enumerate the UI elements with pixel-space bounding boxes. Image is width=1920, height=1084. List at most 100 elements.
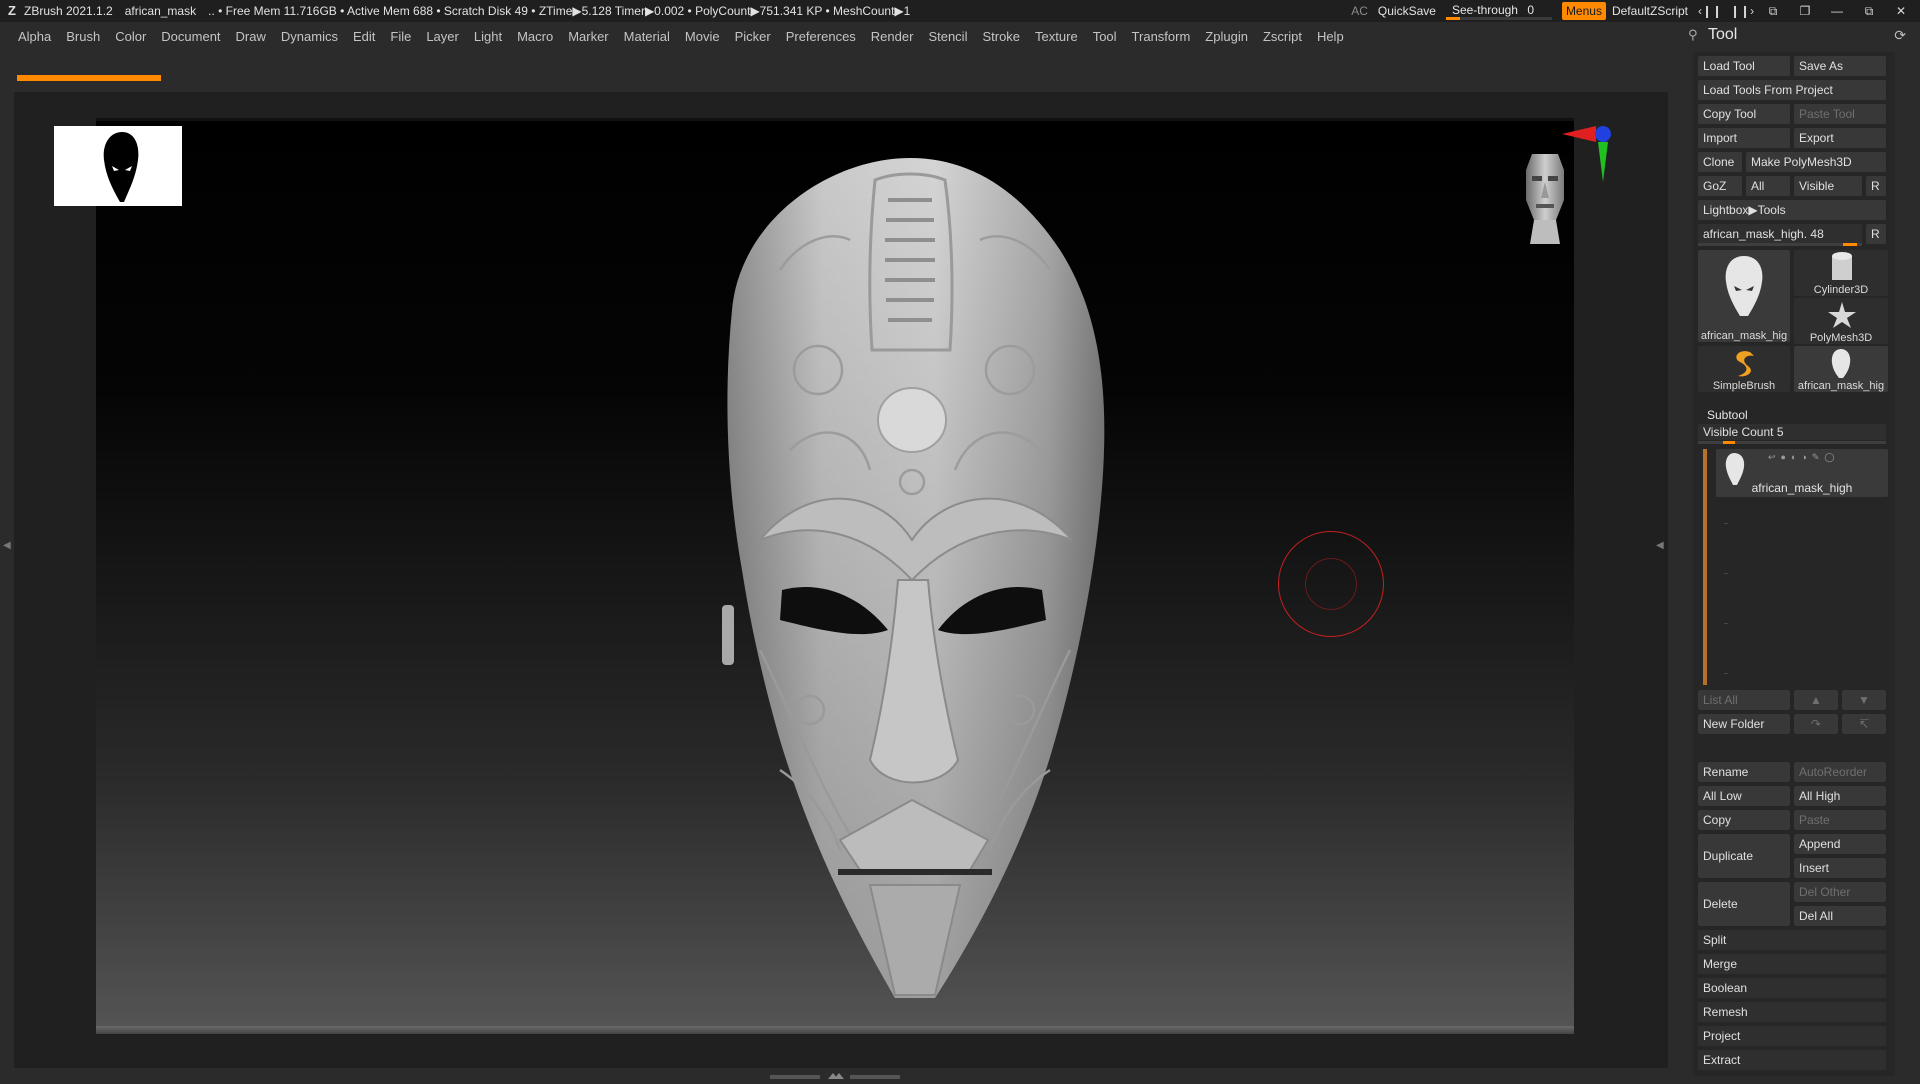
empty-slot <box>1724 523 1728 524</box>
menu-transform[interactable]: Transform <box>1132 29 1191 44</box>
bottom-tray-handle[interactable] <box>770 1070 900 1080</box>
thumbnail-preview[interactable] <box>54 126 182 206</box>
windows-icon[interactable]: ⧉ <box>1762 4 1784 19</box>
menu-alpha[interactable]: Alpha <box>18 29 51 44</box>
goz-all-button[interactable]: All <box>1746 176 1790 196</box>
subtool-item-african-mask[interactable]: ↩●◐◑✎◯ african_mask_high <box>1716 449 1888 497</box>
close-icon[interactable]: ✕ <box>1890 4 1912 18</box>
menu-light[interactable]: Light <box>474 29 502 44</box>
menu-layer[interactable]: Layer <box>426 29 459 44</box>
copy-button[interactable]: Copy <box>1698 810 1790 830</box>
visible-count-label: Visible Count 5 <box>1703 425 1784 439</box>
maximize-icon[interactable]: ⧉ <box>1858 4 1880 19</box>
remesh-section[interactable]: Remesh <box>1698 1002 1886 1022</box>
menu-picker[interactable]: Picker <box>735 29 771 44</box>
tool-tile-simplebrush[interactable]: SimpleBrush <box>1698 346 1790 392</box>
export-button[interactable]: Export <box>1794 128 1886 148</box>
menu-brush[interactable]: Brush <box>66 29 100 44</box>
delete-button[interactable]: Delete <box>1698 882 1790 926</box>
make-polymesh3d-button[interactable]: Make PolyMesh3D <box>1746 152 1886 172</box>
visible-count-slider[interactable]: Visible Count 5 <box>1698 424 1886 440</box>
axis-gizmo[interactable] <box>1560 120 1620 190</box>
current-tool-r-button[interactable]: R <box>1866 224 1886 244</box>
minimize-icon[interactable]: ― <box>1826 4 1848 18</box>
menu-file[interactable]: File <box>390 29 411 44</box>
load-tool-button[interactable]: Load Tool <box>1698 56 1790 76</box>
split-section[interactable]: Split <box>1698 930 1886 950</box>
empty-slot <box>1724 673 1728 674</box>
lightbox-tools-button[interactable]: Lightbox▶Tools <box>1698 200 1886 220</box>
load-tools-from-project-button[interactable]: Load Tools From Project <box>1698 80 1886 100</box>
all-high-button[interactable]: All High <box>1794 786 1886 806</box>
subtool-title[interactable]: Subtool <box>1707 408 1748 422</box>
all-low-button[interactable]: All Low <box>1698 786 1790 806</box>
pin-icon[interactable]: ⚲ <box>1688 27 1698 43</box>
menu-render[interactable]: Render <box>871 29 914 44</box>
import-button[interactable]: Import <box>1698 128 1790 148</box>
menu-macro[interactable]: Macro <box>517 29 553 44</box>
move-up-icon[interactable]: ▲ <box>1794 690 1838 710</box>
zscript-name[interactable]: DefaultZScript <box>1612 4 1688 18</box>
palette-icon[interactable]: ❐ <box>1794 4 1816 18</box>
folder-action-icon[interactable]: ↷ <box>1794 714 1838 734</box>
menu-marker[interactable]: Marker <box>568 29 608 44</box>
autoreorder-button[interactable]: AutoReorder <box>1794 762 1886 782</box>
tool-tile-polymesh3d[interactable]: PolyMesh3D <box>1794 298 1888 344</box>
seethrough-slider[interactable]: See-through 0 <box>1445 2 1552 20</box>
subtool-list[interactable]: ↩●◐◑✎◯ african_mask_high <box>1700 449 1889 687</box>
menu-stroke[interactable]: Stroke <box>982 29 1020 44</box>
ac-toggle[interactable]: AC <box>1351 4 1368 18</box>
menu-tool[interactable]: Tool <box>1093 29 1117 44</box>
reset-icon[interactable]: ⟳ <box>1894 27 1906 44</box>
tool-tile-african-mask[interactable]: african_mask_hig <box>1698 250 1790 342</box>
paste-tool-button[interactable]: Paste Tool <box>1794 104 1886 124</box>
merge-section[interactable]: Merge <box>1698 954 1886 974</box>
menu-preferences[interactable]: Preferences <box>786 29 856 44</box>
menu-help[interactable]: Help <box>1317 29 1344 44</box>
list-all-button[interactable]: List All <box>1698 690 1790 710</box>
menu-draw[interactable]: Draw <box>236 29 266 44</box>
goz-visible-button[interactable]: Visible <box>1794 176 1862 196</box>
menu-stencil[interactable]: Stencil <box>928 29 967 44</box>
layout-right-icon[interactable]: ❙❙› <box>1730 4 1754 18</box>
quicksave-button[interactable]: QuickSave <box>1378 4 1436 18</box>
folder-action-2-icon[interactable]: ↸ <box>1842 714 1886 734</box>
menu-movie[interactable]: Movie <box>685 29 720 44</box>
right-tray-handle[interactable]: ◀ <box>1652 480 1666 620</box>
current-tool-label: african_mask_high. 48 <box>1703 227 1824 241</box>
menus-toggle[interactable]: Menus <box>1561 2 1606 20</box>
current-tool-slider[interactable]: african_mask_high. 48 <box>1698 224 1862 244</box>
rename-button[interactable]: Rename <box>1698 762 1790 782</box>
duplicate-button[interactable]: Duplicate <box>1698 834 1790 878</box>
del-all-button[interactable]: Del All <box>1794 906 1886 926</box>
save-as-button[interactable]: Save As <box>1794 56 1886 76</box>
goz-button[interactable]: GoZ <box>1698 176 1742 196</box>
menu-document[interactable]: Document <box>161 29 220 44</box>
move-down-icon[interactable]: ▼ <box>1842 690 1886 710</box>
tool-tile-african-mask-2[interactable]: african_mask_hig <box>1794 346 1888 392</box>
insert-button[interactable]: Insert <box>1794 858 1886 878</box>
del-other-button[interactable]: Del Other <box>1794 882 1886 902</box>
left-tray-handle[interactable]: ◀ <box>0 480 14 620</box>
menu-texture[interactable]: Texture <box>1035 29 1078 44</box>
menu-material[interactable]: Material <box>624 29 670 44</box>
african-mask-mesh[interactable] <box>720 150 1130 1010</box>
layout-left-icon[interactable]: ‹❙❙ <box>1698 4 1722 18</box>
menu-zscript[interactable]: Zscript <box>1263 29 1302 44</box>
goz-r-button[interactable]: R <box>1866 176 1886 196</box>
menu-dynamics[interactable]: Dynamics <box>281 29 338 44</box>
new-folder-button[interactable]: New Folder <box>1698 714 1790 734</box>
project-section[interactable]: Project <box>1698 1026 1886 1046</box>
subtool-scrollbar[interactable] <box>1703 449 1707 685</box>
tool-tile-cylinder3d[interactable]: Cylinder3D <box>1794 250 1888 296</box>
boolean-section[interactable]: Boolean <box>1698 978 1886 998</box>
extract-section[interactable]: Extract <box>1698 1050 1886 1070</box>
menu-color[interactable]: Color <box>115 29 146 44</box>
paste-button[interactable]: Paste <box>1794 810 1886 830</box>
menu-zplugin[interactable]: Zplugin <box>1205 29 1248 44</box>
menu-edit[interactable]: Edit <box>353 29 375 44</box>
clone-button[interactable]: Clone <box>1698 152 1742 172</box>
copy-tool-button[interactable]: Copy Tool <box>1698 104 1790 124</box>
subtool-visibility-icons[interactable]: ↩●◐◑✎◯ <box>1768 452 1839 463</box>
append-button[interactable]: Append <box>1794 834 1886 854</box>
